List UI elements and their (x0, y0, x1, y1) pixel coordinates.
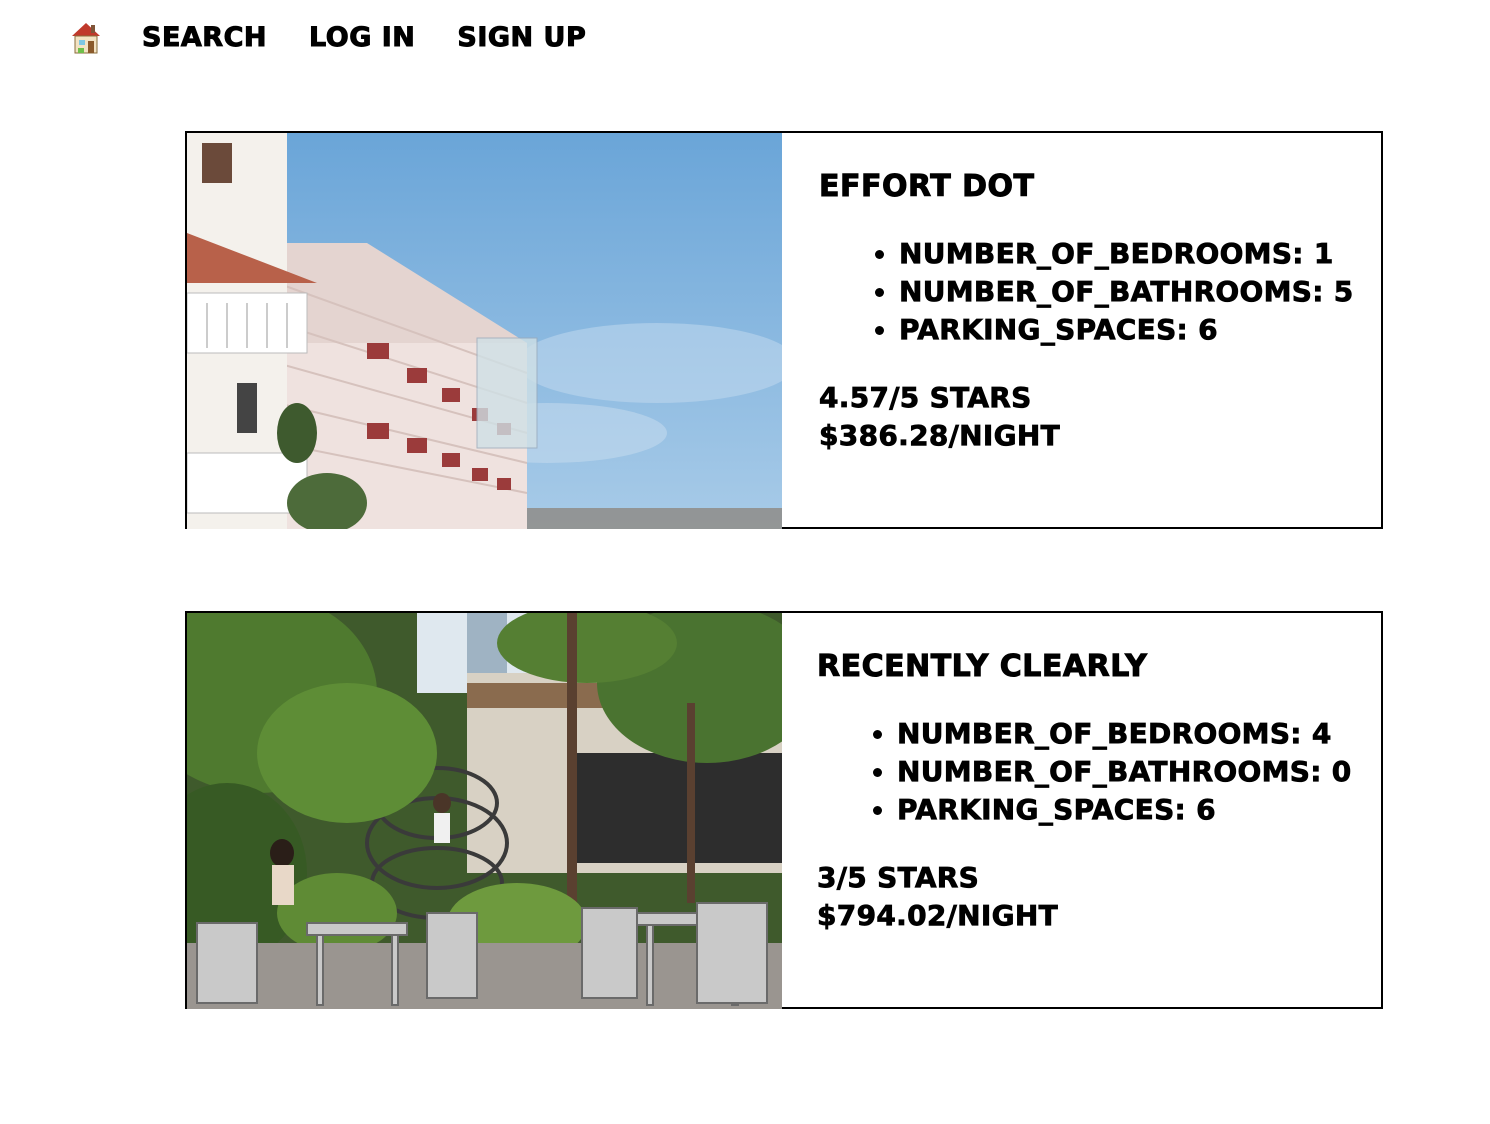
nav-login-link[interactable]: Log In (308, 18, 415, 58)
feature-bedrooms: number_of_bedrooms: 1 (899, 235, 1381, 273)
feature-list: number_of_bedrooms: 4 number_of_bathroom… (817, 715, 1381, 829)
listing-info: Recently Clearly number_of_bedrooms: 4 n… (782, 613, 1381, 1007)
listing-photo[interactable] (187, 133, 782, 529)
listing-rating: 3/5 stars (817, 861, 980, 895)
feature-bathrooms: number_of_bathrooms: 0 (897, 753, 1381, 791)
listing-rating: 4.57/5 stars (819, 381, 1032, 415)
nav-search-link[interactable]: Search (142, 18, 268, 58)
listing-price: $386.28/night (819, 419, 1061, 453)
listing-info: Effort Dot number_of_bedrooms: 1 number_… (782, 133, 1381, 527)
listing-price: $794.02/night (817, 899, 1059, 933)
house-icon[interactable] (70, 21, 102, 55)
feature-bathrooms: number_of_bathrooms: 5 (899, 273, 1381, 311)
listing-title[interactable]: Effort Dot (819, 169, 1381, 205)
listing-card[interactable]: Effort Dot number_of_bedrooms: 1 number_… (185, 131, 1383, 529)
top-nav: Search Log In Sign Up (70, 18, 628, 58)
listing-title[interactable]: Recently Clearly (817, 649, 1381, 685)
listing-card[interactable]: Recently Clearly number_of_bedrooms: 4 n… (185, 611, 1383, 1009)
feature-parking: parking_spaces: 6 (899, 311, 1381, 349)
nav-signup-link[interactable]: Sign Up (457, 18, 586, 58)
feature-bedrooms: number_of_bedrooms: 4 (897, 715, 1381, 753)
feature-parking: parking_spaces: 6 (897, 791, 1381, 829)
feature-list: number_of_bedrooms: 1 number_of_bathroom… (819, 235, 1381, 349)
listing-photo[interactable] (187, 613, 782, 1009)
